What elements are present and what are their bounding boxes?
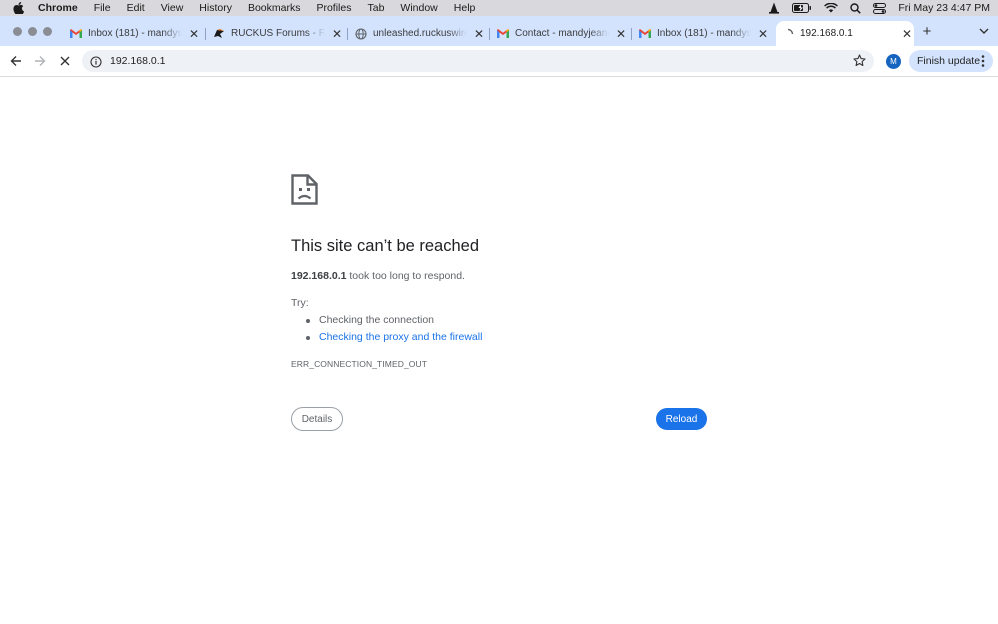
menu-window[interactable]: Window xyxy=(392,0,445,16)
menu-tab[interactable]: Tab xyxy=(359,0,392,16)
suggestion-list: Checking the connection Checking the pro… xyxy=(301,314,482,348)
menu-edit[interactable]: Edit xyxy=(119,0,153,16)
stop-loading-icon[interactable] xyxy=(57,53,73,69)
battery-icon[interactable] xyxy=(792,3,812,13)
tab-close-icon[interactable]: ✕ xyxy=(187,27,201,41)
finish-update-label: Finish update xyxy=(917,55,981,67)
control-center-icon[interactable] xyxy=(873,2,887,14)
ruckus-icon xyxy=(213,28,225,40)
menu-history[interactable]: History xyxy=(191,0,240,16)
error-host: 192.168.0.1 xyxy=(291,270,347,282)
vlc-cone-icon[interactable] xyxy=(768,2,780,14)
tab-search-chevron-down-icon[interactable] xyxy=(976,23,992,39)
suggestion-proxy-firewall-link[interactable]: Checking the proxy and the firewall xyxy=(319,331,482,343)
spotlight-search-icon[interactable] xyxy=(850,2,862,14)
menu-view[interactable]: View xyxy=(153,0,192,16)
gmail-icon xyxy=(70,28,82,40)
error-heading: This site can’t be reached xyxy=(291,237,480,255)
menu-help[interactable]: Help xyxy=(446,0,484,16)
tab-close-icon[interactable]: ✕ xyxy=(756,27,770,41)
profile-avatar[interactable]: M xyxy=(886,54,901,69)
loading-icon xyxy=(782,28,794,40)
tab-close-icon[interactable]: ✕ xyxy=(900,27,914,41)
tab-title: Inbox (181) - mandysotoc xyxy=(657,28,751,39)
more-vertical-icon xyxy=(981,54,985,71)
tab-close-icon[interactable]: ✕ xyxy=(330,27,344,41)
wifi-icon[interactable] xyxy=(824,3,839,13)
tab-inbox-1[interactable]: Inbox (181) - mandysotoc ✕ xyxy=(64,21,201,46)
tab-title: Contact - mandyjeanmc xyxy=(515,28,609,39)
tab-ruckus-forums[interactable]: RUCKUS Forums - Re: Ruc ✕ xyxy=(207,21,344,46)
menubar-clock[interactable]: Fri May 23 4:47 PM xyxy=(898,2,990,14)
menu-bookmarks[interactable]: Bookmarks xyxy=(240,0,309,16)
tab-title: Inbox (181) - mandysotoc xyxy=(88,28,182,39)
address-bar[interactable]: 192.168.0.1 xyxy=(82,50,874,72)
url-text[interactable]: 192.168.0.1 xyxy=(110,55,165,67)
tab-close-icon[interactable]: ✕ xyxy=(614,27,628,41)
tab-active-router[interactable]: 192.168.0.1 ✕ xyxy=(776,21,914,46)
close-window-button[interactable] xyxy=(13,27,22,36)
menu-file[interactable]: File xyxy=(86,0,119,16)
gmail-icon xyxy=(497,28,509,40)
error-page: This site can’t be reached 192.168.0.1 t… xyxy=(0,78,998,624)
tab-contact[interactable]: Contact - mandyjeanmc ✕ xyxy=(491,21,628,46)
error-description: 192.168.0.1 took too long to respond. xyxy=(291,270,465,282)
site-info-icon[interactable] xyxy=(90,55,102,68)
suggestion-check-connection: Checking the connection xyxy=(319,314,434,326)
tab-title: unleashed.ruckuswireless xyxy=(373,28,467,39)
apple-menu-icon[interactable] xyxy=(0,2,36,14)
sad-page-icon xyxy=(291,174,318,210)
list-item: Checking the connection xyxy=(301,314,482,331)
tab-separator xyxy=(347,28,348,40)
error-code: ERR_CONNECTION_TIMED_OUT xyxy=(291,359,428,369)
bookmark-star-icon[interactable] xyxy=(853,54,866,72)
tab-separator xyxy=(205,28,206,40)
tab-title: RUCKUS Forums - Re: Ruc xyxy=(231,28,325,39)
globe-icon xyxy=(355,27,367,40)
tab-separator xyxy=(489,28,490,40)
finish-update-button[interactable]: Finish update xyxy=(909,50,993,72)
window-controls xyxy=(13,27,52,36)
minimize-window-button[interactable] xyxy=(28,27,37,36)
macos-menu-bar: Chrome File Edit View History Bookmarks … xyxy=(0,0,998,16)
new-tab-button[interactable]: + xyxy=(918,22,936,40)
tab-unleashed[interactable]: unleashed.ruckuswireless ✕ xyxy=(349,21,486,46)
details-button[interactable]: Details xyxy=(291,407,343,431)
back-arrow-icon[interactable] xyxy=(8,53,24,69)
try-label: Try: xyxy=(291,297,309,309)
tab-title: 192.168.0.1 xyxy=(800,28,853,39)
browser-toolbar: 192.168.0.1 M Finish update xyxy=(0,46,998,77)
error-message: took too long to respond. xyxy=(349,270,465,282)
zoom-window-button[interactable] xyxy=(43,27,52,36)
menu-app-chrome[interactable]: Chrome xyxy=(36,0,86,16)
tab-strip: Inbox (181) - mandysotoc ✕ RUCKUS Forums… xyxy=(0,16,998,46)
tab-inbox-2[interactable]: Inbox (181) - mandysotoc ✕ xyxy=(633,21,770,46)
gmail-icon xyxy=(639,28,651,40)
list-item: Checking the proxy and the firewall xyxy=(301,331,482,348)
tab-separator xyxy=(631,28,632,40)
forward-arrow-icon[interactable] xyxy=(32,53,48,69)
reload-button[interactable]: Reload xyxy=(656,408,707,430)
menu-profiles[interactable]: Profiles xyxy=(308,0,359,16)
tab-close-icon[interactable]: ✕ xyxy=(472,27,486,41)
